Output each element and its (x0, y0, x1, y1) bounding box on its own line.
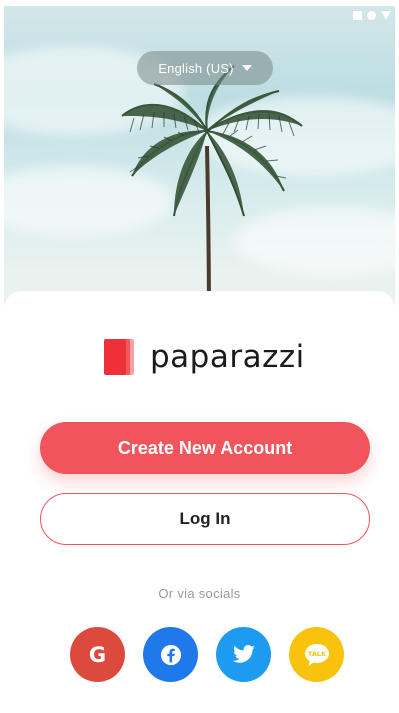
home-icon (367, 11, 376, 20)
twitter-icon (232, 644, 255, 663)
login-button[interactable]: Log In (40, 493, 370, 545)
talk-icon: TALK (304, 643, 329, 666)
kakaotalk-login-button[interactable]: TALK (289, 627, 344, 682)
socials-label: Or via socials (158, 586, 241, 601)
brand-logo: paparazzi (104, 337, 305, 377)
create-account-button[interactable]: Create New Account (40, 422, 370, 474)
twitter-login-button[interactable] (216, 627, 271, 682)
back-icon (381, 11, 391, 20)
hero-image: English (US) (4, 6, 395, 326)
language-label: English (US) (158, 60, 234, 76)
language-selector[interactable]: English (US) (137, 51, 273, 85)
social-login-row: G TALK (70, 627, 344, 682)
facebook-icon (160, 644, 181, 665)
brand-name: paparazzi (150, 339, 305, 375)
chevron-down-icon (241, 65, 252, 71)
google-login-button[interactable]: G (70, 627, 125, 682)
status-bar (4, 6, 395, 28)
paparazzi-logo-icon (104, 339, 134, 375)
google-icon: G (88, 642, 107, 667)
recent-apps-icon (353, 11, 362, 20)
svg-text:TALK: TALK (307, 650, 326, 658)
welcome-screen: English (US) paparazzi Create New Accoun… (4, 6, 395, 713)
facebook-login-button[interactable] (143, 627, 198, 682)
auth-sheet: paparazzi Create New Account Log In Or v… (4, 291, 395, 713)
